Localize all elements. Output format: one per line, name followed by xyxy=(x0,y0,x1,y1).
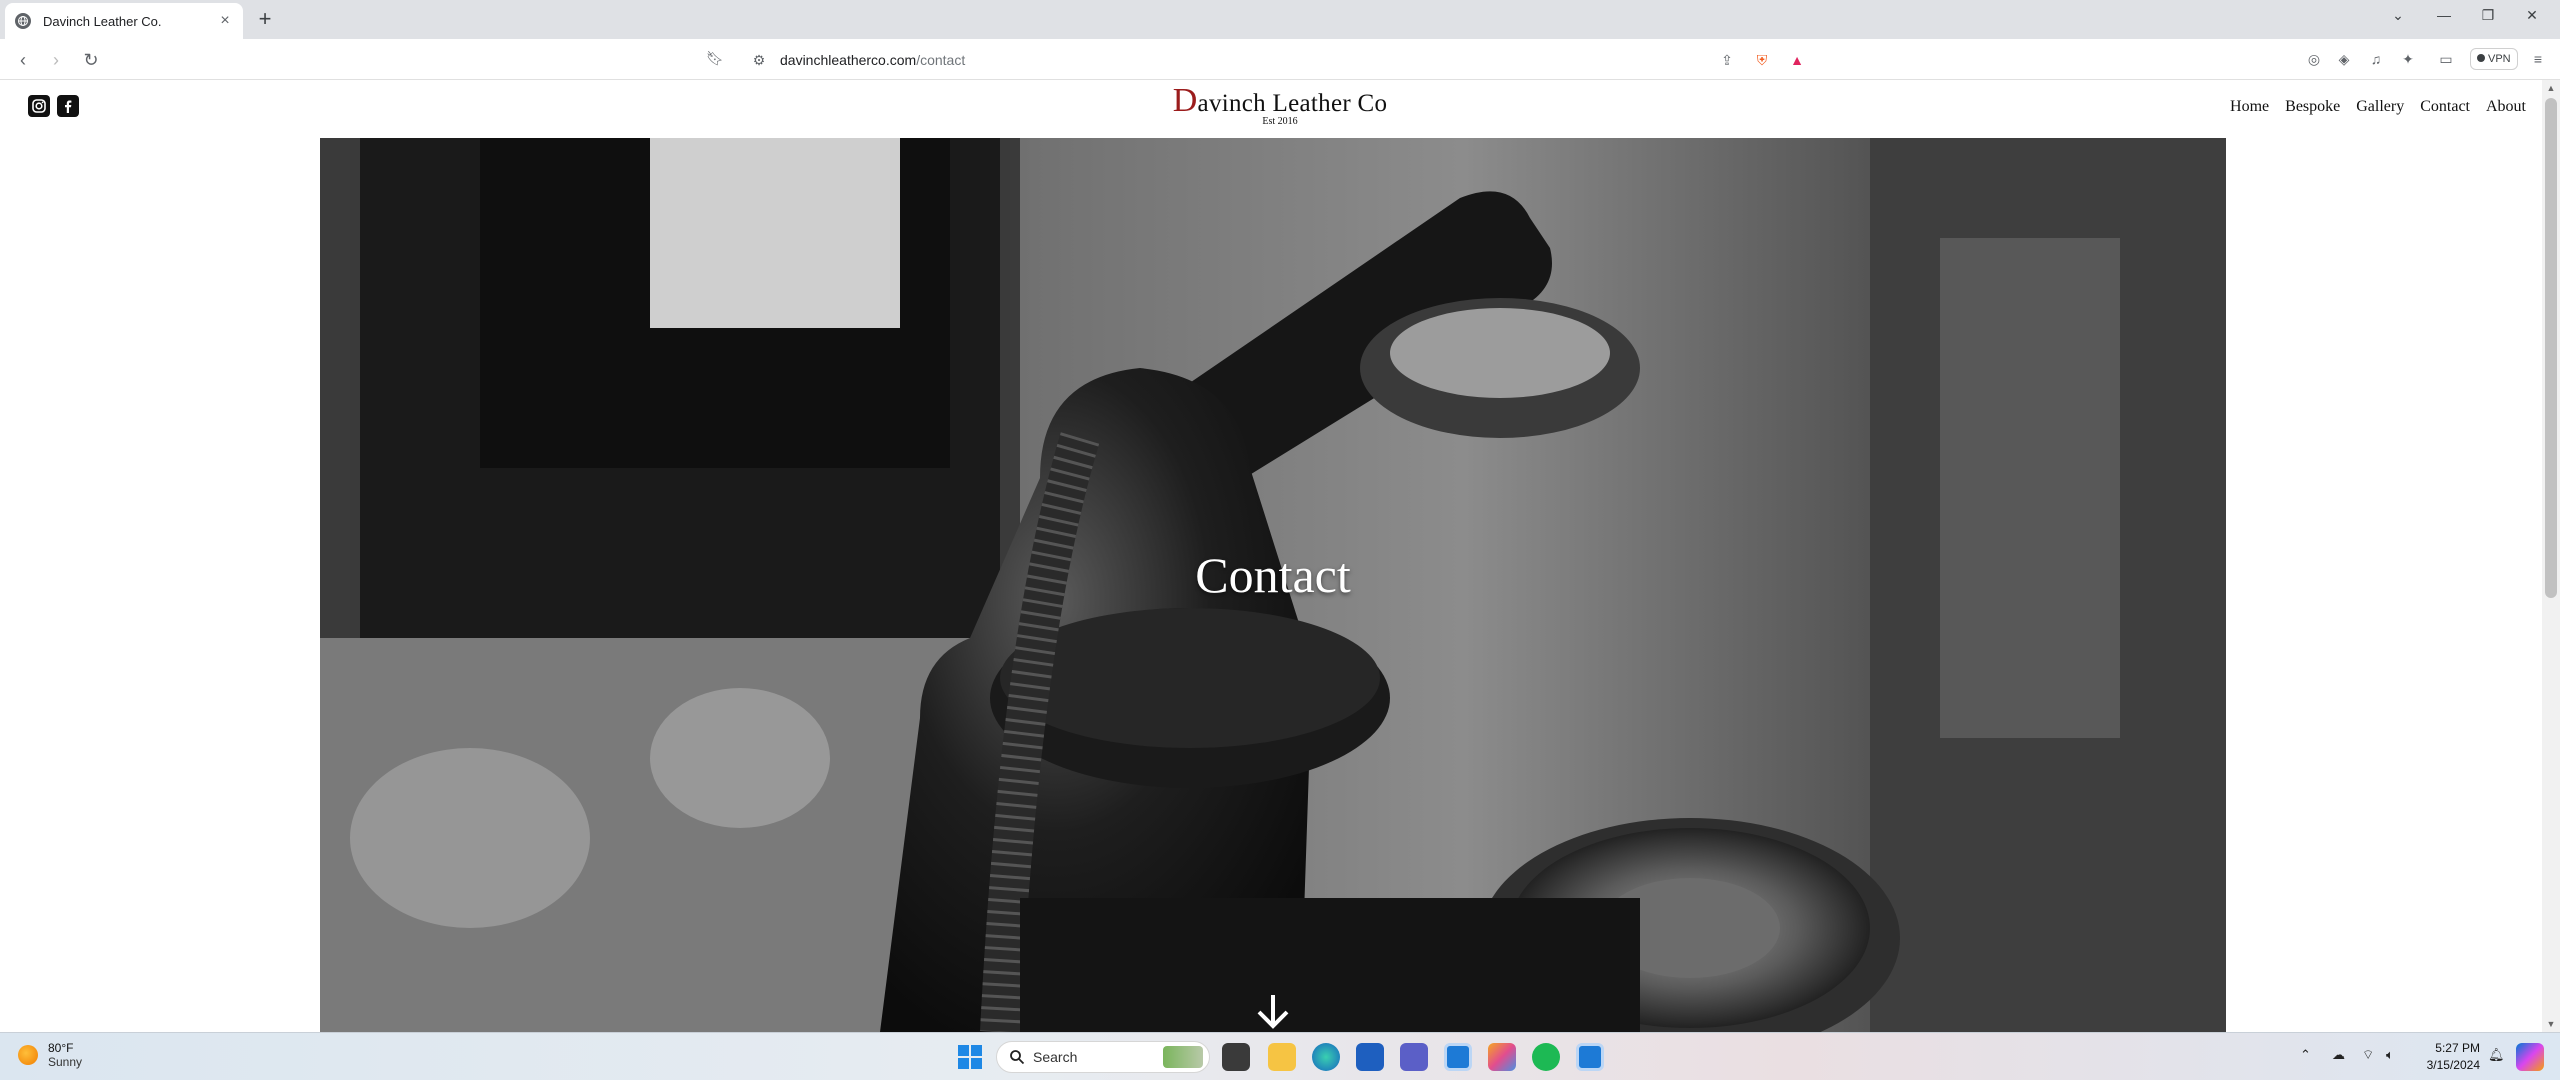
share-icon[interactable]: ⇪ xyxy=(1718,51,1736,69)
wifi-icon[interactable]: ⌔ xyxy=(2362,1047,2374,1063)
sun-icon xyxy=(18,1045,38,1065)
arrow-down-icon[interactable] xyxy=(1253,991,1293,1031)
onedrive-icon[interactable]: ☁ xyxy=(2332,1047,2345,1063)
back-button[interactable]: ‹ xyxy=(12,49,34,71)
tab-title: Davinch Leather Co. xyxy=(43,13,162,29)
bookmark-icon[interactable]: 🔖︎ xyxy=(706,49,724,67)
main-nav: Home Bespoke Gallery Contact About xyxy=(2230,98,2526,116)
weather-widget[interactable]: 80°F Sunny xyxy=(18,1041,82,1069)
nav-about[interactable]: About xyxy=(2486,98,2526,116)
colorful-app-icon[interactable] xyxy=(1488,1043,1516,1071)
nav-bespoke[interactable]: Bespoke xyxy=(2285,98,2340,116)
site-logo[interactable]: Davinch Leather Co Est 2016 xyxy=(1080,82,1480,127)
search-highlight-icon xyxy=(1163,1046,1203,1068)
globe-icon xyxy=(15,13,31,29)
sidebar-icon[interactable] xyxy=(2402,49,2422,69)
search-placeholder: Search xyxy=(1033,1049,1078,1065)
edge-icon[interactable] xyxy=(1312,1043,1340,1071)
app-window-icon[interactable] xyxy=(1444,1043,1472,1071)
nav-contact[interactable]: Contact xyxy=(2420,98,2470,116)
brave-shield-icon[interactable]: ⛨ xyxy=(1753,51,1771,69)
browser-toolbar: ‹ › ↻ 🔖︎ ⚙︎ davinchleatherco.com/contact… xyxy=(0,39,2560,80)
volume-muted-icon[interactable]: 🔈︎ xyxy=(2386,1047,2394,1063)
scroll-down-icon[interactable]: ▼ xyxy=(2542,1016,2560,1032)
tab-search-chevron-icon[interactable]: ⌄ xyxy=(2376,0,2420,30)
url-text[interactable]: davinchleatherco.com/contact xyxy=(780,52,965,68)
wallet-panel-icon[interactable]: ▭ xyxy=(2436,49,2456,69)
instagram-icon[interactable] xyxy=(28,95,50,117)
file-explorer-icon[interactable] xyxy=(1268,1043,1296,1071)
hero-banner: Contact xyxy=(320,138,2226,1032)
facebook-icon[interactable] xyxy=(57,95,79,117)
brand-initial: D xyxy=(1172,82,1198,119)
notification-bell-icon[interactable]: 🔔︎ xyxy=(2488,1047,2505,1063)
brand-rest: avinch Leather Co xyxy=(1197,90,1388,117)
minimize-button[interactable]: — xyxy=(2422,0,2466,30)
windows-start-icon[interactable] xyxy=(956,1043,984,1071)
teams-icon[interactable] xyxy=(1400,1043,1428,1071)
established-label: Est 2016 xyxy=(1262,116,1298,127)
url-path: /contact xyxy=(916,52,966,68)
copilot-icon[interactable] xyxy=(2516,1043,2544,1071)
reload-button[interactable]: ↻ xyxy=(80,49,102,71)
new-tab-button[interactable]: + xyxy=(253,8,277,32)
page-scrollbar[interactable]: ▲ ▼ xyxy=(2542,80,2560,1032)
weather-temperature: 80°F xyxy=(48,1041,74,1055)
app-window-2-icon[interactable] xyxy=(1576,1043,1604,1071)
site-info-icon[interactable]: ⚙︎ xyxy=(750,51,768,69)
tray-chevron-icon[interactable]: ⌃ xyxy=(2300,1047,2311,1063)
vpn-button[interactable]: VPN xyxy=(2470,48,2518,70)
close-window-button[interactable]: ✕ xyxy=(2510,0,2554,30)
browser-tab-strip: Davinch Leather Co. × + ⌄ — ❐ ✕ xyxy=(0,0,2560,39)
address-bar[interactable]: ⚙︎ davinchleatherco.com/contact ⇪ ⛨ ▲ xyxy=(738,45,1818,75)
windows-taskbar: 80°F Sunny Search ⌃ ☁ ⌔ 🔈︎ 5:27 PM 3/15/… xyxy=(0,1032,2560,1080)
clock-date: 3/15/2024 xyxy=(2426,1058,2480,1072)
spotify-icon[interactable] xyxy=(1532,1043,1560,1071)
url-host: davinchleatherco.com xyxy=(780,52,917,68)
vpn-label: VPN xyxy=(2488,53,2511,65)
hero-title: Contact xyxy=(1195,547,1351,603)
search-icon xyxy=(1010,1050,1025,1065)
forward-button[interactable]: › xyxy=(45,49,67,71)
clock-time: 5:27 PM xyxy=(2435,1041,2480,1055)
brave-rewards-icon[interactable]: ▲ xyxy=(1788,51,1806,69)
clock[interactable]: 5:27 PM 3/15/2024 xyxy=(2400,1040,2480,1074)
extension-icon[interactable]: ◎ xyxy=(2304,49,2324,69)
wallet-icon[interactable]: ◈ xyxy=(2334,49,2354,69)
nav-home[interactable]: Home xyxy=(2230,98,2269,116)
active-tab[interactable]: Davinch Leather Co. × xyxy=(5,3,243,39)
task-view-icon[interactable] xyxy=(1222,1043,1250,1071)
brand-name: Davinch Leather Co xyxy=(1080,82,1480,120)
tab-close-icon[interactable]: × xyxy=(217,13,233,29)
store-icon[interactable] xyxy=(1356,1043,1384,1071)
taskbar-search[interactable]: Search xyxy=(996,1041,1210,1073)
site-header: Davinch Leather Co Est 2016 Home Bespoke… xyxy=(0,80,2542,138)
scroll-thumb[interactable] xyxy=(2545,98,2557,598)
nav-gallery[interactable]: Gallery xyxy=(2356,98,2404,116)
vpn-status-icon xyxy=(2477,54,2485,62)
media-icon[interactable]: ♫ xyxy=(2366,49,2386,69)
menu-icon[interactable]: ≡ xyxy=(2528,49,2548,69)
scroll-up-icon[interactable]: ▲ xyxy=(2542,80,2560,96)
restore-button[interactable]: ❐ xyxy=(2466,0,2510,30)
weather-condition: Sunny xyxy=(48,1055,83,1069)
